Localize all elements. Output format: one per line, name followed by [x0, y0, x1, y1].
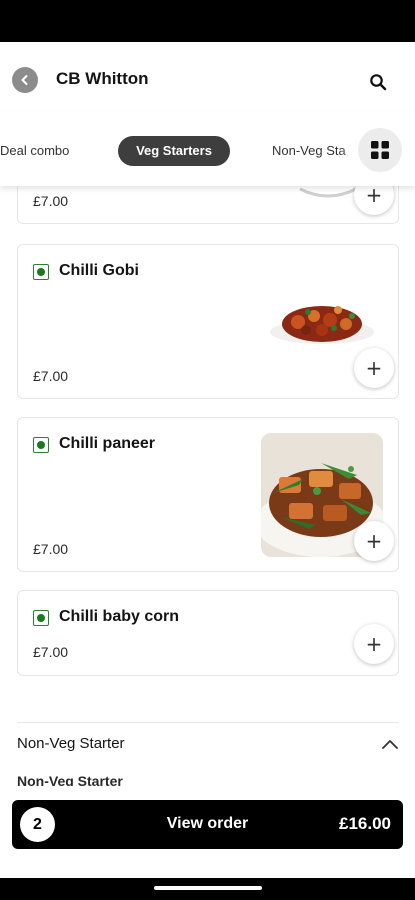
page-title: CB Whitton — [56, 69, 149, 88]
non-veg-starter-section[interactable]: Non-Veg Starter Non-Veg Starter — [17, 722, 399, 789]
item-name: Chilli Gobi — [59, 262, 139, 279]
plus-icon: + — [365, 529, 383, 553]
veg-icon — [33, 264, 49, 280]
menu-item-card[interactable]: Chilli Gobi £7.00 + — [17, 244, 399, 399]
search-button[interactable] — [366, 70, 390, 94]
chevron-up-icon[interactable] — [381, 737, 399, 751]
add-item-button[interactable]: + — [354, 521, 394, 561]
menu-item-card[interactable]: Chilli baby corn £7.00 + — [17, 590, 399, 676]
item-price: £7.00 — [33, 541, 69, 557]
item-price: £7.00 — [33, 193, 69, 209]
header: CB Whitton — [0, 42, 415, 112]
plus-icon: + — [365, 186, 383, 207]
category-grid-button[interactable] — [358, 128, 402, 172]
back-button[interactable] — [12, 67, 38, 93]
category-tabs: Deal combo Veg Starters Non-Veg Sta — [0, 112, 415, 186]
veg-icon — [33, 437, 49, 453]
chilli-gobi-image — [270, 306, 374, 344]
item-name: Chilli paneer — [59, 435, 156, 452]
dish-image — [299, 187, 357, 198]
menu-item-card[interactable]: £7.00 + — [17, 186, 399, 224]
add-item-button[interactable]: + — [354, 348, 394, 388]
plus-icon: + — [365, 632, 383, 656]
tab-veg-starters[interactable]: Veg Starters — [118, 136, 230, 166]
item-price: £7.00 — [33, 644, 69, 660]
order-bar: 2 View order £16.00 — [0, 786, 415, 878]
plus-icon: + — [365, 356, 383, 380]
veg-icon — [33, 610, 49, 626]
add-item-button[interactable]: + — [354, 186, 394, 215]
add-item-button[interactable]: + — [354, 624, 394, 664]
tab-non-veg-starters[interactable]: Non-Veg Sta — [272, 136, 350, 166]
navigation-bar — [0, 878, 415, 900]
section-title: Non-Veg Starter — [17, 735, 125, 752]
view-order-button[interactable]: 2 View order £16.00 — [12, 800, 403, 849]
order-total: £16.00 — [339, 814, 391, 833]
chevron-left-icon — [21, 75, 28, 85]
tab-deal-combo[interactable]: Deal combo — [0, 136, 69, 166]
grid-icon — [371, 141, 389, 159]
menu-item-card[interactable]: Chilli paneer £7.00 + — [17, 417, 399, 572]
item-price: £7.00 — [33, 368, 69, 384]
home-indicator[interactable] — [154, 886, 262, 890]
menu-content: £7.00 + Chilli Gobi £7.00 + Chilli panee… — [0, 186, 415, 800]
search-icon — [370, 74, 387, 91]
item-name: Chilli baby corn — [59, 608, 180, 625]
status-bar — [0, 0, 415, 42]
